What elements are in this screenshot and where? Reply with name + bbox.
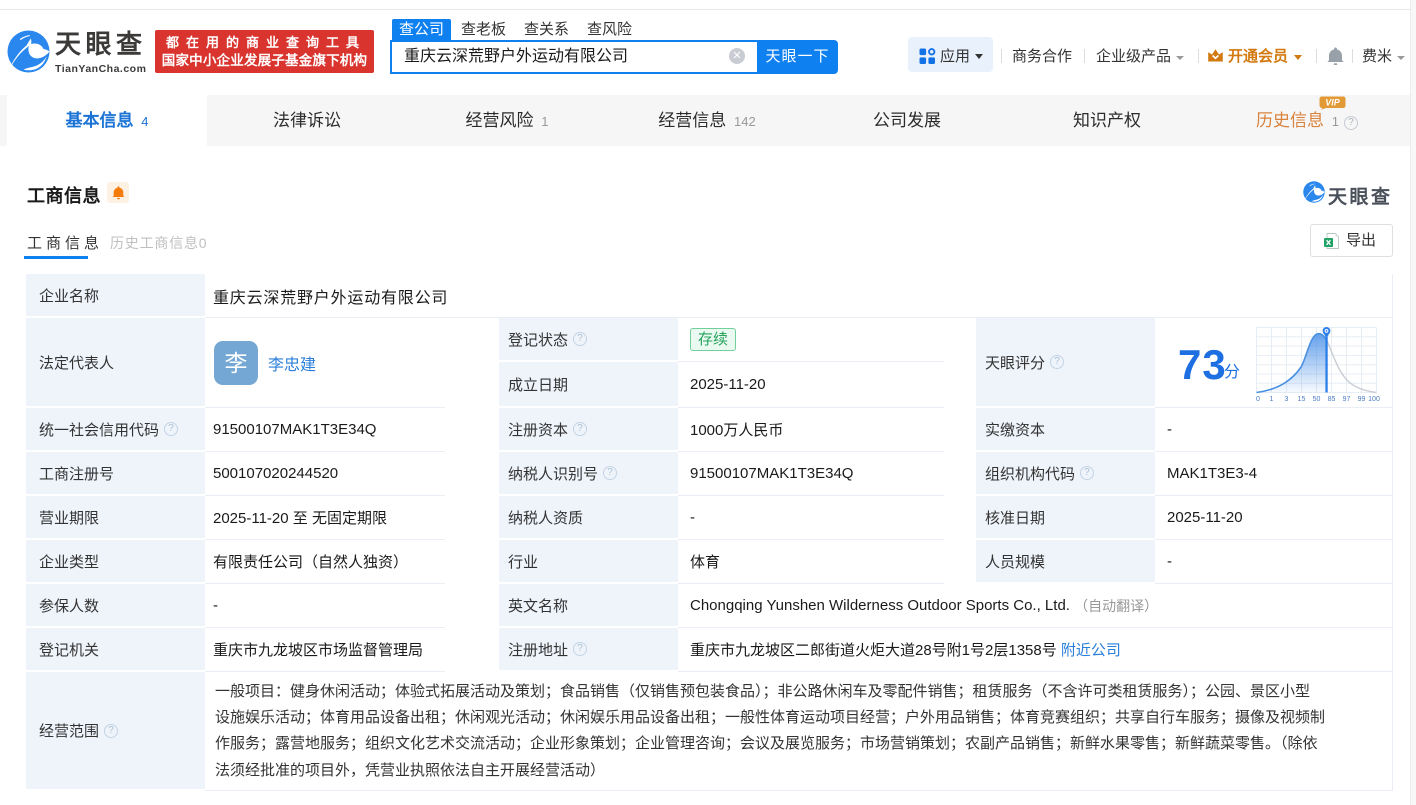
svg-text:1: 1 <box>1270 396 1274 403</box>
svg-text:97: 97 <box>1343 396 1351 403</box>
svg-text:99: 99 <box>1358 396 1366 403</box>
svg-text:3: 3 <box>1285 396 1289 403</box>
svg-text:0: 0 <box>1256 396 1260 403</box>
svg-text:15: 15 <box>1298 396 1306 403</box>
svg-text:50: 50 <box>1313 396 1321 403</box>
svg-text:100: 100 <box>1368 396 1380 403</box>
svg-text:VIP: VIP <box>1325 98 1341 108</box>
svg-text:85: 85 <box>1328 396 1336 403</box>
